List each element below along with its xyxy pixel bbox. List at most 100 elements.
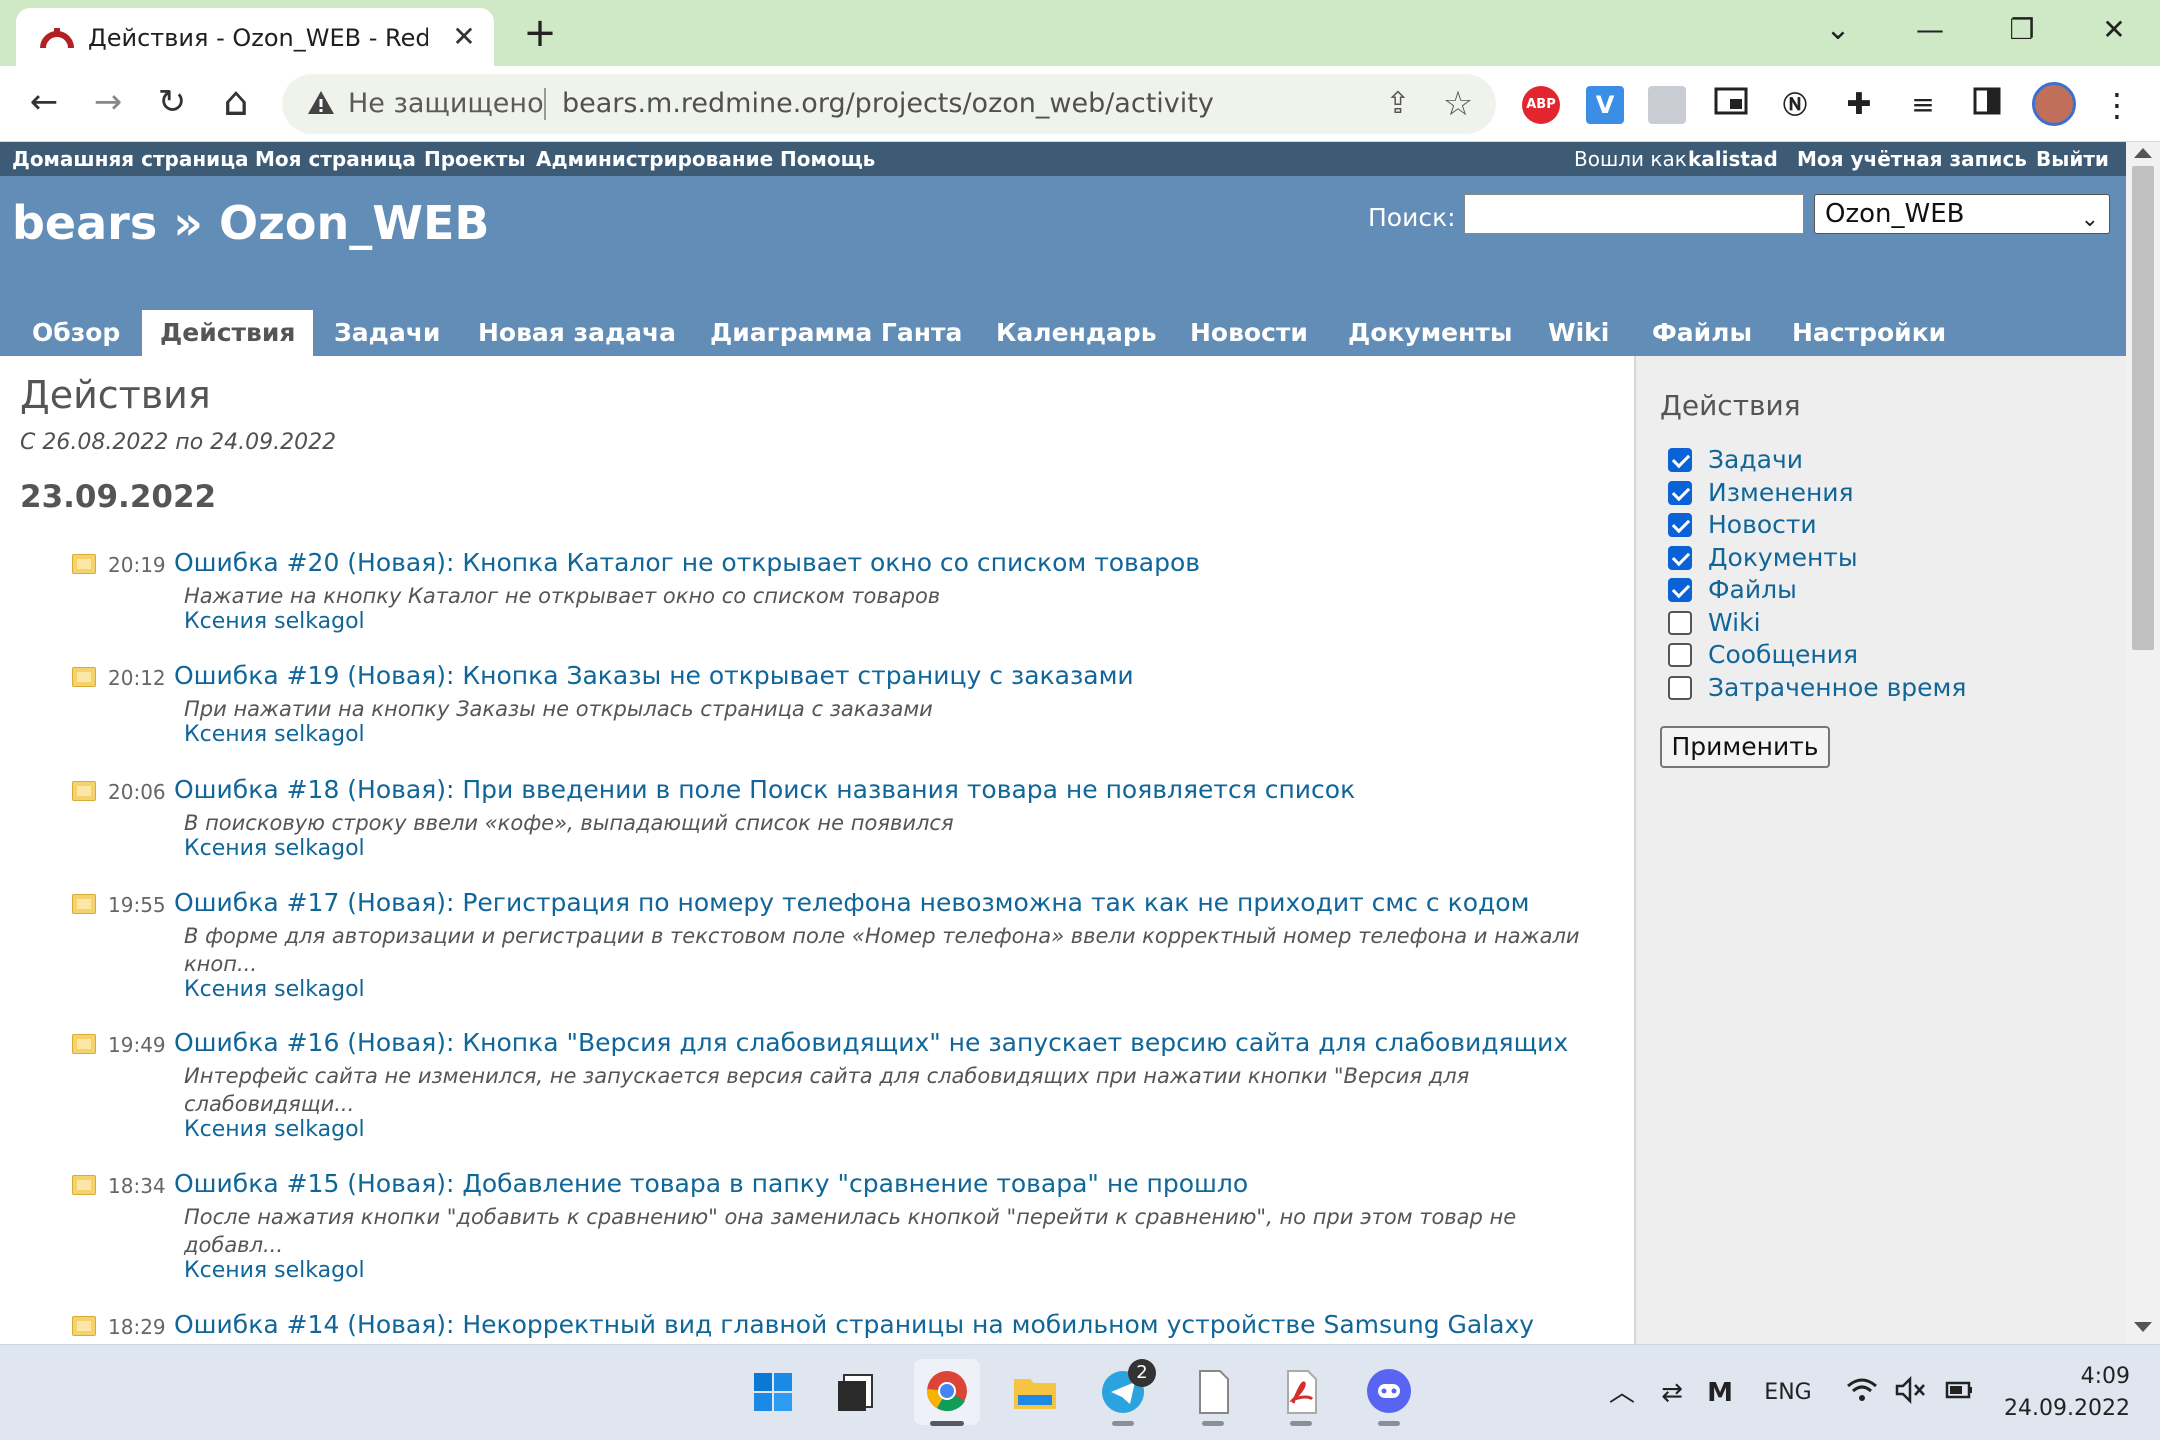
tab-overview[interactable]: Обзор <box>14 310 138 356</box>
browser-tab-active[interactable]: Действия - Ozon_WEB - Redmine ✕ <box>16 8 494 66</box>
filter-label[interactable]: Сообщения <box>1708 639 1858 671</box>
checkbox-checked-icon[interactable] <box>1668 513 1692 537</box>
tab-wiki[interactable]: Wiki <box>1530 310 1627 356</box>
tab-calendar[interactable]: Календарь <box>978 310 1175 356</box>
picture-in-picture-icon[interactable] <box>1712 86 1750 124</box>
side-panel-icon[interactable] <box>1968 86 2006 124</box>
checkbox-unchecked-icon[interactable] <box>1668 611 1692 635</box>
share-icon[interactable]: ⇪ <box>1380 86 1416 122</box>
notion-extension-icon[interactable]: Ⓝ <box>1776 86 1814 124</box>
entry-title-link[interactable]: Ошибка #16 (Новая): Кнопка "Версия для с… <box>174 1026 1568 1060</box>
forward-icon[interactable]: → <box>84 78 132 126</box>
taskbar-acrobat[interactable] <box>1268 1359 1334 1426</box>
tab-news[interactable]: Новости <box>1172 310 1326 356</box>
taskbar-discord[interactable] <box>1356 1359 1422 1426</box>
checkbox-unchecked-icon[interactable] <box>1668 643 1692 667</box>
checkbox-checked-icon[interactable] <box>1668 481 1692 505</box>
scroll-up-arrow-icon[interactable] <box>2134 148 2152 158</box>
profile-extension-icon[interactable] <box>1648 86 1686 124</box>
top-menu-my-account[interactable]: Моя учётная запись <box>1797 142 2027 176</box>
task-view-button[interactable] <box>824 1359 890 1425</box>
filter-label[interactable]: Изменения <box>1708 477 1854 509</box>
entry-title-link[interactable]: Ошибка #17 (Новая): Регистрация по номер… <box>174 886 1529 920</box>
logged-user-link[interactable]: kalistad <box>1688 142 1778 176</box>
project-title[interactable]: bears » Ozon_WEB <box>12 194 489 252</box>
taskbar-clock[interactable]: 4:09 24.09.2022 <box>1990 1361 2130 1425</box>
entry-author-link[interactable]: Ксения selkagol <box>184 721 365 749</box>
new-tab-button[interactable]: + <box>520 13 560 54</box>
tab-settings[interactable]: Настройки <box>1774 310 1964 356</box>
minimize-button[interactable]: — <box>1906 10 1954 50</box>
page-scrollbar[interactable] <box>2126 142 2160 1344</box>
filter-label[interactable]: Затраченное время <box>1708 672 1966 704</box>
tab-files[interactable]: Файлы <box>1634 310 1770 356</box>
tab-activity[interactable]: Действия <box>142 310 314 356</box>
project-jump-select[interactable]: Ozon_WEB ⌄ <box>1814 194 2110 234</box>
tab-close-icon[interactable]: ✕ <box>448 22 480 54</box>
tab-documents[interactable]: Документы <box>1330 310 1530 356</box>
entry-author-link[interactable]: Ксения selkagol <box>184 608 365 636</box>
entry-title-link[interactable]: Ошибка #15 (Новая): Добавление товара в … <box>174 1167 1248 1201</box>
entry-author-link[interactable]: Ксения selkagol <box>184 1116 365 1144</box>
profile-avatar[interactable] <box>2032 82 2076 126</box>
scroll-down-arrow-icon[interactable] <box>2134 1322 2152 1332</box>
show-hidden-icons-chevron-icon[interactable]: ︿ <box>1604 1373 1640 1413</box>
entry-author-link[interactable]: Ксения selkagol <box>184 835 365 863</box>
sync-arrows-icon[interactable]: ⇄ <box>1654 1373 1690 1413</box>
scroll-thumb[interactable] <box>2132 166 2154 650</box>
start-button[interactable] <box>740 1359 806 1425</box>
filter-label[interactable]: Новости <box>1708 509 1817 541</box>
top-menu-projects[interactable]: Проекты <box>424 142 526 176</box>
address-bar[interactable]: Не защищено bears.m.redmine.org/projects… <box>282 74 1496 134</box>
checkbox-checked-icon[interactable] <box>1668 448 1692 472</box>
taskbar-chrome[interactable] <box>914 1359 980 1426</box>
bookmark-star-icon[interactable]: ☆ <box>1440 84 1476 124</box>
home-icon[interactable]: ⌂ <box>212 78 260 126</box>
tab-search-icon[interactable]: ⌄ <box>1814 10 1862 50</box>
volume-muted-icon[interactable] <box>1892 1373 1928 1413</box>
entry-title-link[interactable]: Ошибка #20 (Новая): Кнопка Каталог не от… <box>174 546 1200 580</box>
chrome-menu-icon[interactable]: ⋮ <box>2098 86 2136 124</box>
tab-new-issue[interactable]: Новая задача <box>460 310 694 356</box>
top-menu-logout[interactable]: Выйти <box>2036 142 2109 176</box>
search-input[interactable] <box>1464 194 1804 234</box>
top-menu-help[interactable]: Помощь <box>780 142 875 176</box>
entry-title-link[interactable]: Ошибка #19 (Новая): Кнопка Заказы не отк… <box>174 659 1134 693</box>
filter-label[interactable]: Задачи <box>1708 444 1803 476</box>
url-text[interactable]: bears.m.redmine.org/projects/ozon_web/ac… <box>562 86 1214 122</box>
taskbar-file-explorer[interactable] <box>1002 1359 1068 1425</box>
restore-button[interactable]: ❐ <box>1998 10 2046 50</box>
top-menu-home[interactable]: Домашняя страница <box>12 142 249 176</box>
top-menu-my-page[interactable]: Моя страница <box>255 142 416 176</box>
taskbar-notepad[interactable] <box>1180 1359 1246 1426</box>
adblock-extension-icon[interactable]: ABP <box>1522 86 1560 124</box>
apply-button[interactable]: Применить <box>1660 726 1830 768</box>
checkbox-checked-icon[interactable] <box>1668 578 1692 602</box>
close-window-button[interactable]: ✕ <box>2090 10 2138 50</box>
checkbox-unchecked-icon[interactable] <box>1668 676 1692 700</box>
app-tray-icon[interactable]: M <box>1700 1373 1740 1413</box>
entry-time: 18:34 <box>108 1174 166 1198</box>
entry-author-link[interactable]: Ксения selkagol <box>184 1257 365 1285</box>
tab-gantt[interactable]: Диаграмма Ганта <box>692 310 980 356</box>
reload-icon[interactable]: ↻ <box>148 78 196 126</box>
tab-issues[interactable]: Задачи <box>316 310 458 356</box>
entry-author-link[interactable]: Ксения selkagol <box>184 976 365 1004</box>
battery-charging-icon[interactable] <box>1940 1373 1976 1413</box>
security-label[interactable]: Не защищено <box>348 86 544 122</box>
entry-time: 18:29 <box>108 1315 166 1339</box>
entry-title-link[interactable]: Ошибка #14 (Новая): Некорректный вид гла… <box>174 1308 1534 1342</box>
top-menu-administration[interactable]: Администрирование <box>536 142 773 176</box>
wifi-icon[interactable] <box>1844 1373 1880 1413</box>
back-icon[interactable]: ← <box>20 78 68 126</box>
entry-title-link[interactable]: Ошибка #18 (Новая): При введении в поле … <box>174 773 1355 807</box>
taskbar-telegram[interactable]: 2 <box>1090 1359 1156 1426</box>
filter-label[interactable]: Файлы <box>1708 574 1797 606</box>
checkbox-checked-icon[interactable] <box>1668 546 1692 570</box>
v-extension-icon[interactable]: V <box>1586 86 1624 124</box>
media-control-icon[interactable]: ≡ <box>1904 86 1942 124</box>
extensions-puzzle-icon[interactable]: ✚ <box>1840 86 1878 124</box>
filter-label[interactable]: Wiki <box>1708 607 1761 639</box>
input-language[interactable]: ENG <box>1756 1373 1820 1413</box>
filter-label[interactable]: Документы <box>1708 542 1858 574</box>
